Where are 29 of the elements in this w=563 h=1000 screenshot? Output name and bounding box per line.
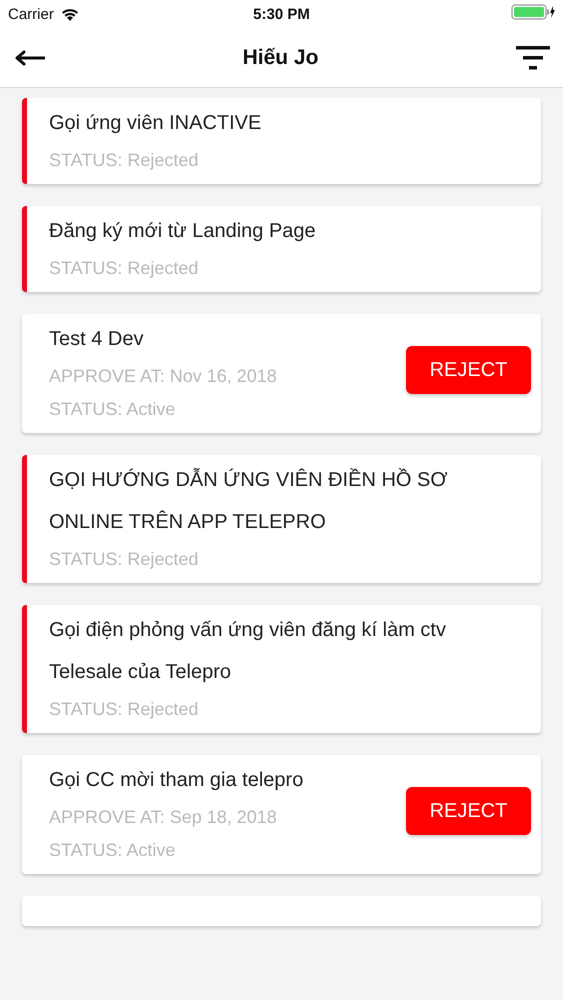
- task-title: Đăng ký mới từ Landing Page: [49, 219, 317, 244]
- task-title: Gọi CC mời tham gia telepro: [49, 768, 304, 793]
- status-label: STATUS: Rejected: [49, 548, 200, 571]
- carrier-label: Carrier: [8, 6, 54, 22]
- task-title: Gọi ứng viên INACTIVE: [49, 111, 262, 136]
- back-arrow-icon[interactable]: [15, 50, 45, 66]
- reject-button[interactable]: REJECT: [406, 346, 531, 394]
- status-label: STATUS: Active: [49, 398, 176, 421]
- task-card[interactable]: Gọi điện phỏng vấn ứng viên đăng kí làm ctv Telesale của Telepro STATUS: Rejected: [22, 605, 541, 733]
- reject-button[interactable]: REJECT: [406, 787, 531, 835]
- task-title: Test 4 Dev: [49, 327, 144, 352]
- task-card[interactable]: Test 4 Dev APPROVE AT: Nov 16, 2018 STATUS: Active REJECT: [22, 314, 541, 433]
- status-label: STATUS: Active: [49, 839, 176, 862]
- approve-date: APPROVE AT: Sep 18, 2018: [49, 806, 278, 829]
- task-title: Gọi điện phỏng vấn ứng viên đăng kí làm ctv Telesale của Telepro: [49, 618, 447, 685]
- task-card[interactable]: Gọi CC mời tham gia telepro APPROVE AT: Sep 18, 2018 STATUS: Active REJECT: [22, 755, 541, 874]
- approve-date: APPROVE AT: Nov 16, 2018: [49, 365, 278, 388]
- task-card[interactable]: Đăng ký mới từ Landing Page STATUS: Rejected: [22, 206, 541, 292]
- wifi-icon: [60, 6, 80, 22]
- task-card[interactable]: GỌI HƯỚNG DẪN ỨNG VIÊN ĐIỀN HỒ SƠ ONLINE TRÊN APP TELEPRO STATUS: Rejected: [22, 455, 541, 583]
- task-title: GỌI HƯỚNG DẪN ỨNG VIÊN ĐIỀN HỒ SƠ ONLINE TRÊN APP TELEPRO: [49, 467, 448, 535]
- filter-icon[interactable]: [516, 46, 550, 70]
- task-card[interactable]: Gọi ứng viên INACTIVE STATUS: Rejected: [22, 98, 541, 184]
- clock-time: 5:30 PM: [252, 6, 311, 22]
- screen-title: Hiếu Jo: [242, 46, 318, 70]
- status-label: STATUS: Rejected: [49, 257, 200, 280]
- status-label: STATUS: Rejected: [49, 698, 200, 721]
- status-label: STATUS: Rejected: [49, 149, 200, 172]
- battery-icon: [511, 4, 555, 20]
